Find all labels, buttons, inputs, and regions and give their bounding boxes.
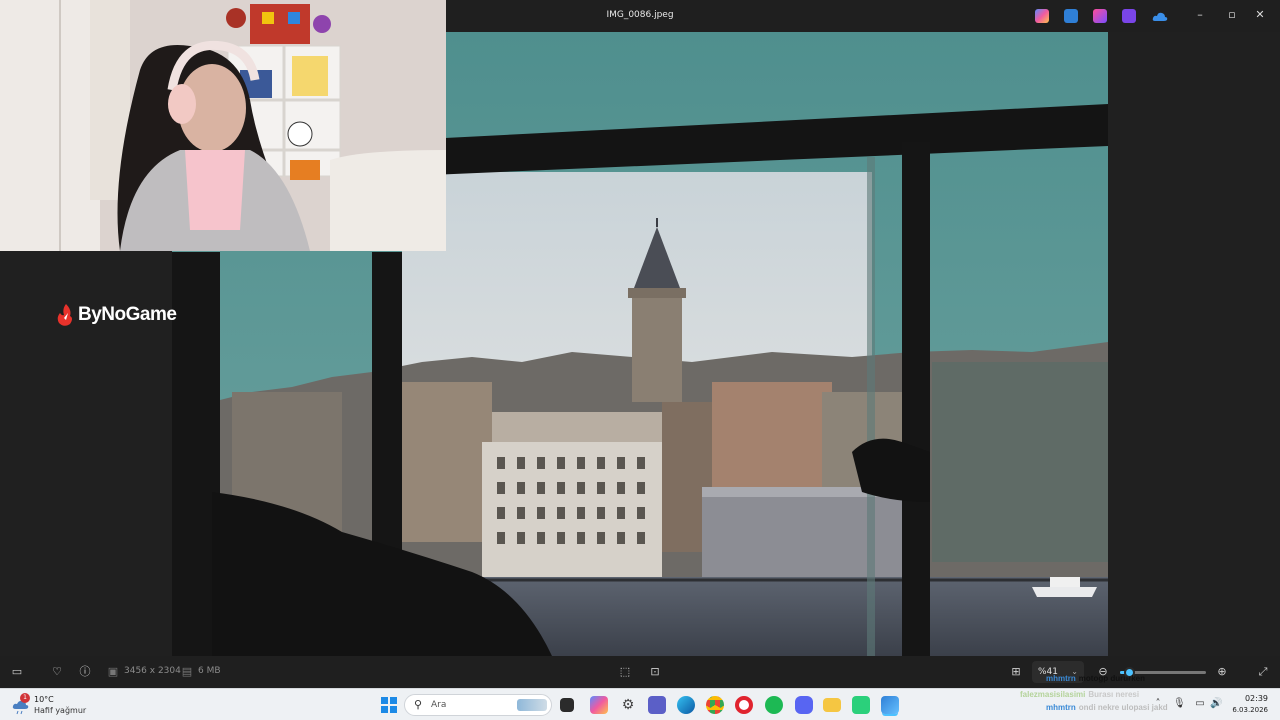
weather-widget[interactable]: 1 10°C Hafif yağmur bbox=[10, 693, 100, 719]
fullscreen-icon[interactable]: ⤢ bbox=[1256, 665, 1270, 679]
volume-icon[interactable]: 🔊 bbox=[1210, 698, 1222, 710]
brand-logo: ByNoGame bbox=[56, 302, 177, 328]
webcam-overlay bbox=[0, 0, 446, 251]
close-icon[interactable]: ✕ bbox=[1253, 8, 1267, 22]
info-icon[interactable]: ⓘ bbox=[78, 665, 92, 679]
brand-name: ByNoGame bbox=[78, 304, 177, 325]
crop-select-icon[interactable]: ⬚ bbox=[618, 665, 632, 679]
clipchamp-app-icon[interactable] bbox=[1122, 9, 1136, 23]
zoom-in-icon[interactable]: ⊕ bbox=[1215, 665, 1229, 679]
favorite-heart-icon[interactable]: ♡ bbox=[50, 665, 64, 679]
chat-message: falezmasisilasimi Burası neresi bbox=[1020, 690, 1139, 699]
chat-message: mhmtrn ondi nekre ulopasi jakd bbox=[1046, 703, 1168, 712]
clock-date[interactable]: 6.03.2026 bbox=[1228, 706, 1268, 714]
chat-username: mhmtrn bbox=[1046, 674, 1076, 683]
streamer-camera-illustration bbox=[0, 0, 446, 251]
chrome-browser-icon[interactable] bbox=[706, 696, 724, 714]
teams-icon[interactable] bbox=[648, 696, 666, 714]
chat-text: Burası neresi bbox=[1088, 690, 1140, 699]
file-explorer-folder-icon[interactable] bbox=[823, 698, 841, 712]
weather-temperature: 10°C bbox=[34, 695, 54, 704]
image-size-icon: ▣ bbox=[107, 665, 119, 678]
taskbar-search-box[interactable]: ⚲ Ara bbox=[404, 694, 552, 716]
chat-text: motogp dururken bbox=[1078, 674, 1145, 683]
photos-edit-icon[interactable] bbox=[1064, 9, 1078, 23]
minimize-icon[interactable]: – bbox=[1193, 8, 1207, 22]
viewer-toolbar: ▭ ♡ ⓘ ▣ 3456 x 2304 ▤ 6 MB ⬚ ⊡ ⊞ %41 ⌄ ⊖… bbox=[0, 656, 1280, 688]
microphone-icon[interactable]: 🎙 bbox=[1173, 698, 1186, 710]
opera-browser-icon[interactable] bbox=[735, 696, 753, 714]
screen: IMG_0086.jpeg – ▫ ✕ ByNoGame ▭ ♡ ⓘ ▣ 345… bbox=[0, 0, 1280, 720]
weather-alert-badge: 1 bbox=[20, 693, 30, 703]
clock-time[interactable]: 02:39 bbox=[1234, 694, 1268, 703]
bynogame-flame-icon bbox=[57, 304, 72, 326]
discord-icon[interactable] bbox=[795, 696, 813, 714]
fit-view-icon[interactable]: ⊞ bbox=[1009, 665, 1023, 679]
copilot-app-icon[interactable] bbox=[1035, 9, 1049, 23]
android-app-icon[interactable] bbox=[852, 696, 870, 714]
maximize-icon[interactable]: ▫ bbox=[1225, 8, 1239, 22]
chat-username: falezmasisilasimi bbox=[1020, 690, 1086, 699]
chat-username: mhmtrn bbox=[1046, 703, 1076, 712]
search-icon: ⚲ bbox=[414, 698, 423, 711]
chat-message: mhmtrn motogp dururken bbox=[1046, 674, 1145, 683]
windows-start-icon[interactable] bbox=[380, 696, 398, 714]
task-view-icon[interactable] bbox=[560, 698, 574, 712]
file-size-icon: ▤ bbox=[181, 665, 193, 678]
weather-description: Hafif yağmur bbox=[34, 706, 87, 715]
edge-browser-icon[interactable] bbox=[677, 696, 695, 714]
copilot-icon[interactable] bbox=[590, 696, 608, 714]
tray-overflow-chevron-icon[interactable]: ˄ bbox=[1152, 698, 1164, 710]
ocr-scan-icon[interactable]: ⊡ bbox=[648, 665, 662, 679]
search-placeholder: Ara bbox=[431, 700, 447, 710]
filmstrip-icon[interactable]: ▭ bbox=[10, 665, 24, 679]
network-icon[interactable]: ▭ bbox=[1194, 698, 1206, 710]
designer-app-icon[interactable] bbox=[1093, 9, 1107, 23]
windows-taskbar: 1 10°C Hafif yağmur ⚲ Ara ⚙ falezmasisil… bbox=[0, 688, 1280, 720]
search-highlight-icon bbox=[517, 699, 547, 711]
settings-gear-icon[interactable]: ⚙ bbox=[619, 696, 637, 714]
image-dimensions: 3456 x 2304 bbox=[124, 666, 181, 676]
spotify-icon[interactable] bbox=[765, 696, 783, 714]
onedrive-cloud-icon[interactable] bbox=[1152, 9, 1168, 23]
photos-app-icon[interactable] bbox=[881, 696, 899, 714]
file-size: 6 MB bbox=[198, 666, 221, 676]
